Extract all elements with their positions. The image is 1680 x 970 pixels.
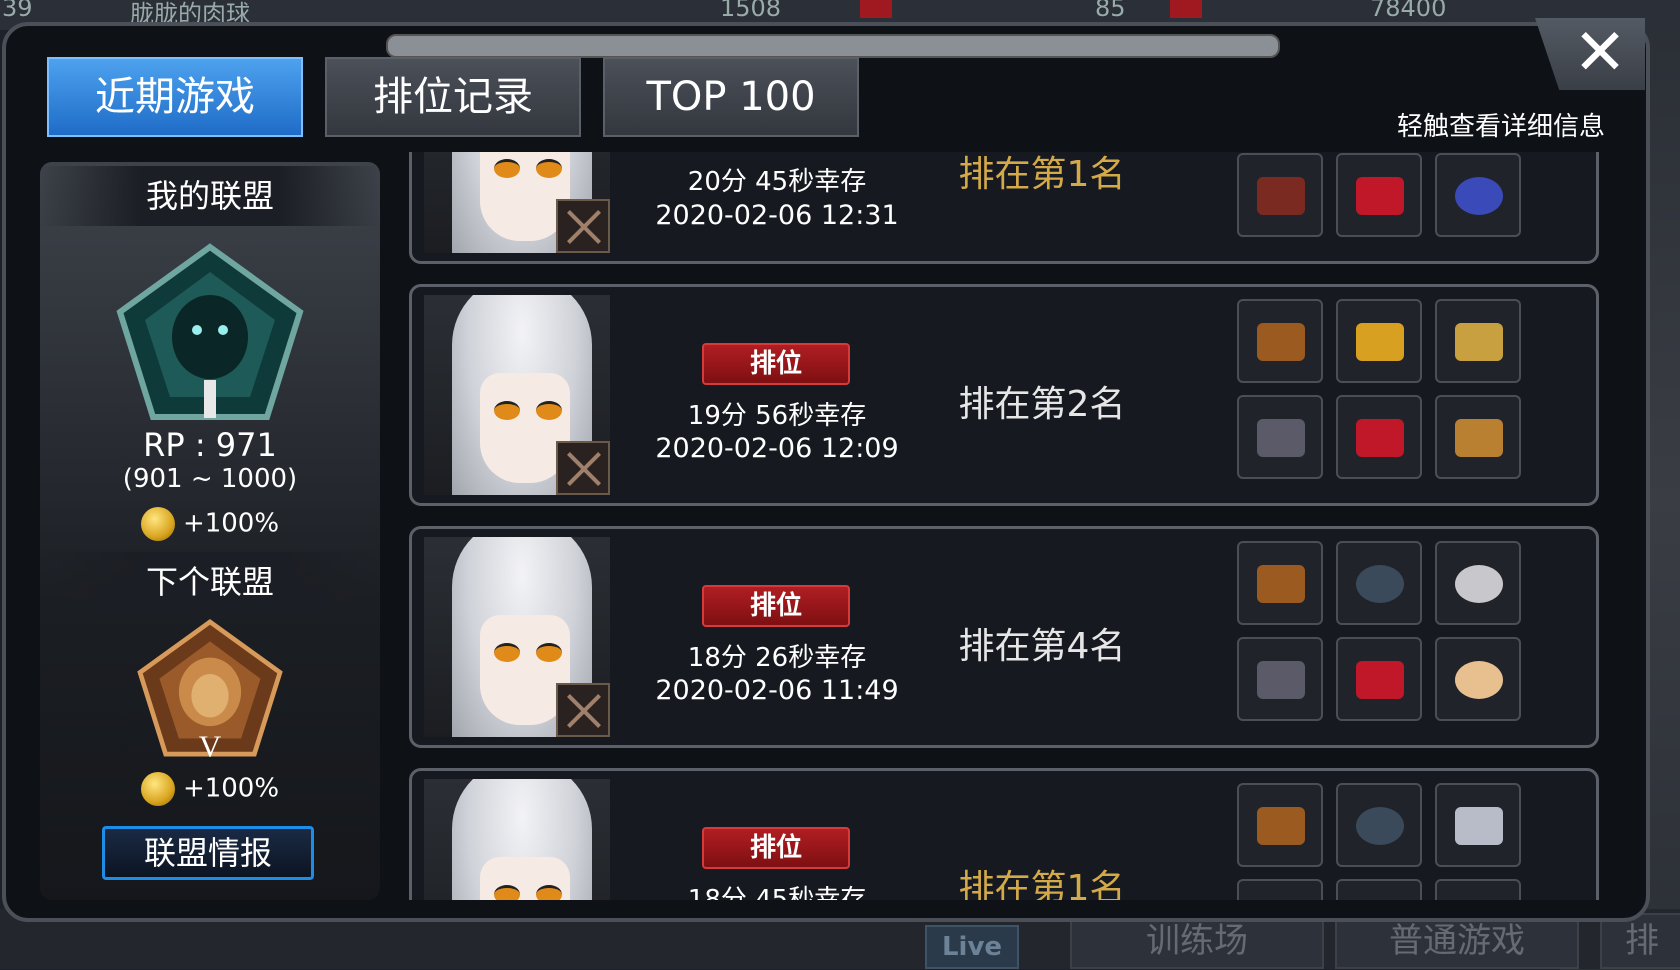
next-bonus-row: +100%	[40, 772, 380, 806]
blade-item-icon	[1455, 807, 1503, 845]
character-portrait	[424, 779, 610, 900]
wolf-league-badge-icon	[116, 243, 304, 420]
live-badge[interactable]: Live	[925, 925, 1019, 969]
game-card[interactable]: 排位 19分 56秒幸存 2020-02-06 12:09 排在第2名	[409, 284, 1599, 506]
game-card[interactable]: 排位 18分 45秒幸存 排在第1名	[409, 768, 1599, 900]
game-card[interactable]: 排位 18分 26秒幸存 2020-02-06 11:49 排在第4名	[409, 526, 1599, 748]
league-info-button[interactable]: 联盟情报	[102, 826, 314, 880]
placement: 排在第2名	[958, 384, 1126, 425]
bonus-value: +100%	[182, 508, 280, 539]
tab-top-100[interactable]: TOP 100	[603, 57, 859, 137]
item-slot[interactable]	[1336, 637, 1422, 721]
character-portrait	[424, 295, 610, 495]
item-slot[interactable]	[1237, 637, 1323, 721]
bg-red-tag	[1170, 0, 1202, 18]
bg-currency: 78400	[1370, 0, 1447, 22]
item-slot[interactable]	[1237, 153, 1323, 237]
armor-item-icon	[1257, 177, 1305, 215]
crossbow-weapon-icon	[556, 441, 610, 495]
placement: 排在第1名	[958, 868, 1126, 900]
my-league-title: 我的联盟	[40, 166, 380, 226]
crossbow-weapon-icon	[556, 199, 610, 253]
shoes-item-icon	[1356, 419, 1404, 457]
game-date: 2020-02-06 11:49	[655, 675, 899, 706]
item-slot[interactable]	[1237, 299, 1323, 383]
lion-league-badge-icon: V	[137, 619, 283, 758]
crossbow-item-icon	[1257, 323, 1305, 361]
crown-item-icon	[1356, 323, 1404, 361]
next-league-title: 下个联盟	[40, 552, 380, 612]
character-portrait	[424, 537, 610, 737]
crossbow-item-icon	[1257, 565, 1305, 603]
survival-time: 19分 56秒幸存	[687, 401, 867, 431]
galaxy-item-icon	[1455, 177, 1503, 215]
placement: 排在第1名	[958, 154, 1126, 195]
game-date: 2020-02-06 12:09	[655, 433, 899, 464]
item-slot[interactable]	[1435, 541, 1521, 625]
placement: 排在第4名	[958, 626, 1126, 667]
bg-level: 39	[2, 0, 33, 22]
game-card[interactable]: 20分 45秒幸存 2020-02-06 12:31 排在第1名	[409, 152, 1599, 264]
tap-hint: 轻触查看详细信息	[1396, 112, 1605, 142]
item-slot[interactable]	[1336, 783, 1422, 867]
gauntlet-item-icon	[1257, 419, 1305, 457]
coin-icon	[140, 772, 175, 806]
ranked-tag: 排位	[702, 827, 850, 869]
goggles-item-icon	[1455, 419, 1503, 457]
bg-stat: 85	[1095, 0, 1126, 22]
item-slot[interactable]	[1435, 879, 1521, 900]
item-slot[interactable]	[1435, 299, 1521, 383]
next-badge-numeral: V	[199, 728, 222, 758]
shoes-item-icon	[1356, 661, 1404, 699]
item-slot[interactable]	[1237, 395, 1323, 479]
item-slot[interactable]	[1435, 637, 1521, 721]
bonus-row: +100%	[40, 507, 380, 541]
shield-item-icon	[1455, 323, 1503, 361]
item-slot[interactable]	[1435, 395, 1521, 479]
item-slot[interactable]	[1336, 153, 1422, 237]
gauntlet-item-icon	[1257, 661, 1305, 699]
rp-value: RP : 971	[143, 426, 277, 464]
dialog-top-handle	[386, 34, 1280, 58]
survival-time: 18分 26秒幸存	[687, 643, 867, 673]
bg-red-tag	[860, 0, 892, 18]
helmet-item-icon	[1356, 565, 1404, 603]
recent-games-list[interactable]: 20分 45秒幸存 2020-02-06 12:31 排在第1名 排位 19分 …	[405, 152, 1600, 900]
tab-recent-games[interactable]: 近期游戏	[47, 57, 303, 137]
item-slot[interactable]	[1336, 395, 1422, 479]
item-slot[interactable]	[1435, 153, 1521, 237]
bg-stat: 1508	[720, 0, 782, 22]
survival-time: 18分 45秒幸存	[687, 885, 867, 900]
fan-item-icon	[1455, 661, 1503, 699]
shoes-item-icon	[1356, 177, 1404, 215]
item-slot[interactable]	[1336, 879, 1422, 900]
crossbow-item-icon	[1257, 807, 1305, 845]
close-icon: ✕	[1573, 16, 1627, 90]
item-slot[interactable]	[1336, 541, 1422, 625]
character-portrait	[424, 152, 610, 253]
league-panel: 我的联盟 RP : 971 (901 ~ 1000) +100% 下个联盟 V …	[40, 162, 380, 900]
game-date: 2020-02-06 12:31	[655, 200, 899, 231]
disc-item-icon	[1455, 565, 1503, 603]
rp-range: (901 ~ 1000)	[122, 464, 298, 494]
tab-ranked-records[interactable]: 排位记录	[325, 57, 581, 137]
ranked-tag: 排位	[702, 585, 850, 627]
item-slot[interactable]	[1336, 299, 1422, 383]
next-bonus-value: +100%	[182, 773, 280, 804]
item-slot[interactable]	[1237, 879, 1323, 900]
item-slot[interactable]	[1237, 783, 1323, 867]
coin-icon	[140, 507, 175, 541]
crossbow-weapon-icon	[556, 683, 610, 737]
item-slot[interactable]	[1237, 541, 1323, 625]
helmet-item-icon	[1356, 807, 1404, 845]
item-slot[interactable]	[1435, 783, 1521, 867]
survival-time: 20分 45秒幸存	[687, 167, 867, 197]
ranked-tag: 排位	[702, 343, 850, 385]
